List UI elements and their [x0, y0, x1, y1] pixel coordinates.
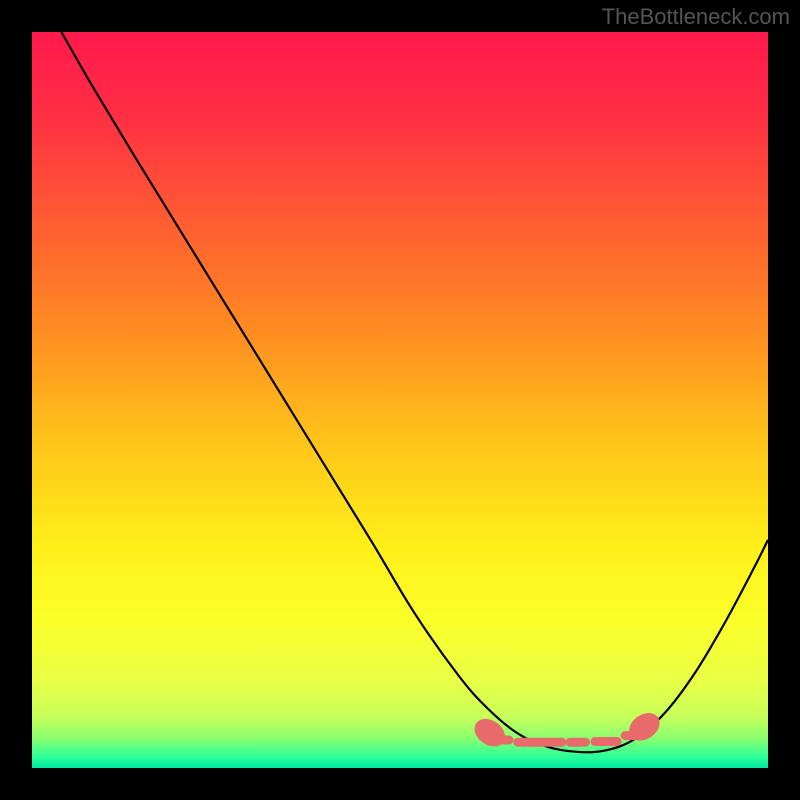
chart-container: TheBottleneck.com [0, 0, 800, 800]
watermark-text: TheBottleneck.com [602, 4, 790, 30]
recommended-range-cap [469, 713, 510, 752]
curve-layer [61, 32, 768, 752]
marker-layer [469, 707, 665, 752]
recommended-range-cap [624, 707, 665, 746]
bottleneck-curve [61, 32, 768, 752]
chart-svg [32, 32, 768, 768]
chart-area [32, 32, 768, 768]
